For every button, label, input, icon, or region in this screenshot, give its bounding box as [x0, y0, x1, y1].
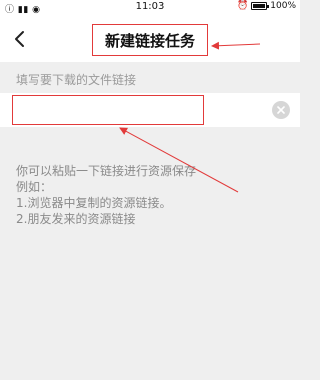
link-input-row: [0, 93, 300, 127]
back-button[interactable]: [10, 29, 30, 49]
status-bar: ⓘ ▮▮ ◉ 11:03 ⏰ 100%: [0, 0, 300, 16]
title-highlight-box: 新建链接任务: [92, 24, 208, 56]
hint-line: 2.朋友发来的资源链接: [16, 212, 136, 226]
status-right: ⏰ 100%: [237, 1, 296, 11]
chevron-left-icon: [15, 31, 24, 47]
hint-text: 你可以粘贴一下链接进行资源保存 例如： 1.浏览器中复制的资源链接。 2.朋友发…: [16, 163, 196, 227]
clear-button[interactable]: [272, 101, 290, 119]
battery-percent: 100%: [270, 1, 296, 11]
link-input[interactable]: [12, 95, 204, 125]
hint-line: 例如：: [16, 180, 53, 194]
close-icon: [277, 106, 285, 114]
battery-icon: [251, 2, 270, 10]
page-title: 新建链接任务: [104, 31, 195, 50]
hint-line: 1.浏览器中复制的资源链接。: [16, 196, 172, 210]
hint-line: 你可以粘贴一下链接进行资源保存: [16, 164, 197, 178]
header: 新建链接任务: [0, 16, 300, 62]
alarm-icon: ⏰: [237, 1, 249, 11]
link-field-label: 填写要下载的文件链接: [16, 73, 137, 87]
